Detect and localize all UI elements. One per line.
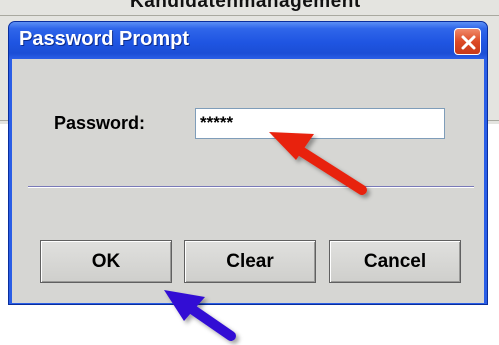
password-prompt-dialog: Password Prompt Password: ***** OK Clear… — [8, 21, 488, 305]
background-divider — [0, 15, 499, 16]
cancel-button[interactable]: Cancel — [329, 240, 461, 283]
ok-button[interactable]: OK — [40, 240, 172, 283]
password-input[interactable]: ***** — [195, 108, 445, 139]
close-x-icon — [461, 35, 476, 50]
password-label: Password: — [54, 113, 146, 133]
dialog-titlebar[interactable]: Password Prompt — [9, 22, 487, 59]
background-window-title: Kandidatenmanagement — [130, 0, 361, 12]
dialog-body: Password: ***** OK Clear Cancel — [12, 59, 484, 303]
clear-button[interactable]: Clear — [184, 240, 316, 283]
dialog-title: Password Prompt — [19, 28, 190, 50]
close-button[interactable] — [454, 28, 481, 55]
separator — [28, 186, 474, 188]
